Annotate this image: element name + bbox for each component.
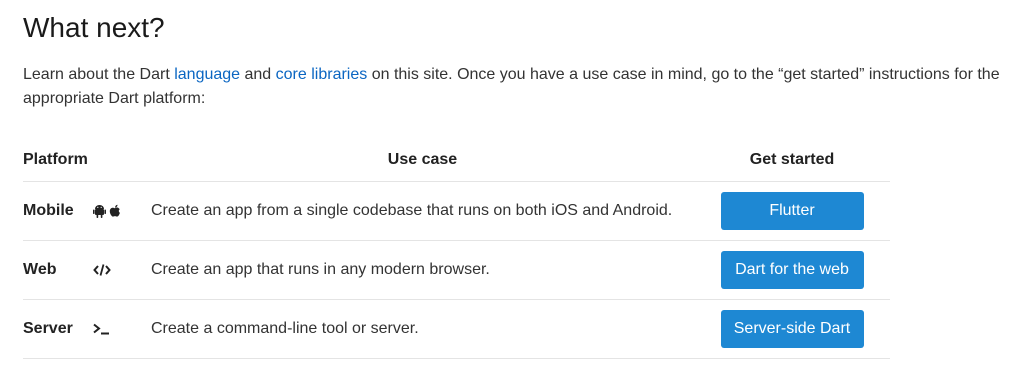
- core-libraries-link[interactable]: core libraries: [276, 66, 368, 83]
- get-started-cell: Flutter: [694, 181, 890, 241]
- platform-cell: Server: [23, 299, 151, 359]
- flutter-button[interactable]: Flutter: [720, 192, 864, 230]
- intro-paragraph: Learn about the Dart language and core l…: [23, 63, 1008, 111]
- dart-for-the-web-button[interactable]: Dart for the web: [720, 251, 864, 289]
- table-row-mobile: Mobile Create an app from a single codeb…: [23, 181, 890, 241]
- platform-column-header: Platform: [23, 138, 151, 182]
- server-side-dart-button[interactable]: Server-side Dart: [720, 310, 864, 348]
- get-started-cell: Server-side Dart: [694, 299, 890, 359]
- platforms-table: Platform Use case Get started Mobile Cre…: [23, 138, 890, 359]
- use-case-column-header: Use case: [151, 138, 694, 182]
- use-case-cell: Create a command-line tool or server.: [151, 299, 694, 359]
- platform-name: Web: [23, 261, 57, 278]
- table-header-row: Platform Use case Get started: [23, 138, 890, 182]
- android-icon: [93, 204, 106, 218]
- page-title: What next?: [23, 12, 165, 43]
- page: What next? Learn about the Dart language…: [0, 0, 1014, 111]
- get-started-column-header: Get started: [694, 138, 890, 182]
- use-case-cell: Create an app that runs in any modern br…: [151, 240, 694, 300]
- platform-cell: Web: [23, 240, 151, 300]
- intro-text-and: and: [240, 66, 276, 83]
- language-link[interactable]: language: [174, 66, 240, 83]
- use-case-cell: Create an app from a single codebase tha…: [151, 181, 694, 241]
- platform-name: Mobile: [23, 202, 74, 219]
- table-row-web: Web Create an app that runs in any moder…: [23, 240, 890, 300]
- table-row-server: Server Create a command-line tool or ser…: [23, 299, 890, 359]
- platform-cell: Mobile: [23, 181, 151, 241]
- platform-name: Server: [23, 320, 73, 337]
- terminal-icon: [93, 323, 113, 335]
- get-started-cell: Dart for the web: [694, 240, 890, 300]
- code-icon: [93, 264, 111, 276]
- apple-icon: [109, 204, 121, 218]
- intro-text-start: Learn about the Dart: [23, 66, 175, 83]
